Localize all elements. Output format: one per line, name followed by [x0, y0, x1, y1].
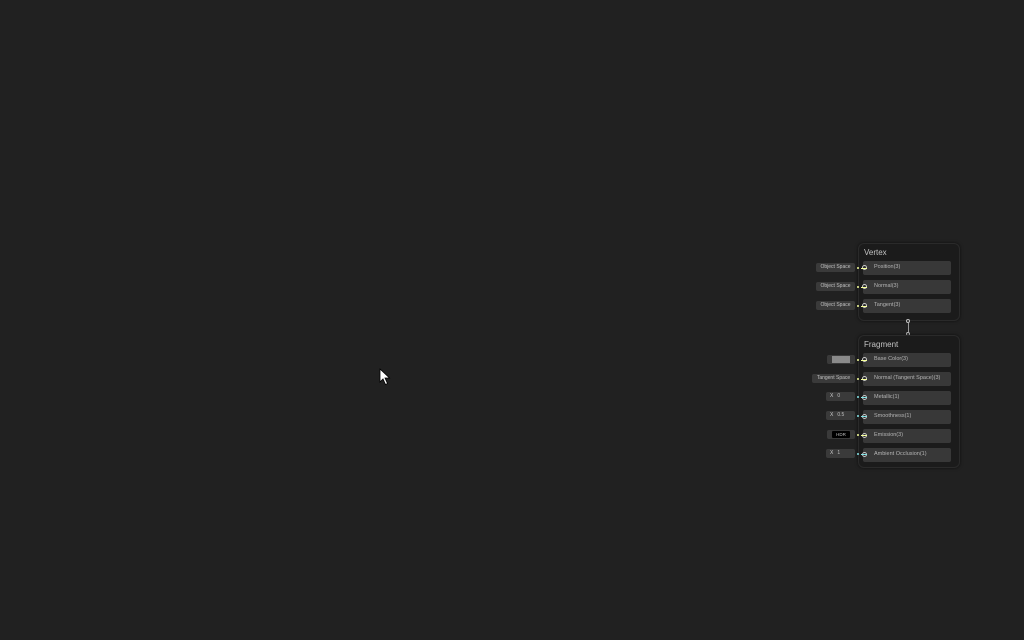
wire-dot	[857, 378, 859, 380]
smoothness-field[interactable]: X 0.5	[826, 411, 855, 420]
wire	[861, 306, 867, 307]
fragment-block-smoothness[interactable]: Smoothness(1)	[862, 410, 951, 424]
metallic-field[interactable]: X0	[826, 392, 855, 401]
fragment-node[interactable]: Fragment Base Color(3) Normal (Tangent S…	[858, 335, 960, 468]
ambient-occlusion-field[interactable]: X1	[826, 449, 855, 458]
wire	[861, 268, 867, 269]
axis-label: X	[830, 412, 834, 418]
wire-dot	[857, 267, 859, 269]
fragment-block-base-color[interactable]: Base Color(3)	[862, 353, 951, 367]
block-label: Normal(3)	[874, 283, 899, 289]
fragment-block-emission[interactable]: Emission(3)	[862, 429, 951, 443]
block-label: Ambient Occlusion(1)	[874, 451, 927, 457]
block-label: Smoothness(1)	[874, 413, 912, 419]
wire	[861, 379, 867, 380]
normal-space-field[interactable]: Tangent Space	[812, 374, 855, 383]
block-label: Tangent(3)	[874, 302, 901, 308]
wire-dot	[857, 415, 859, 417]
block-label: Base Color(3)	[874, 356, 908, 362]
wire	[861, 287, 867, 288]
vertex-block-normal[interactable]: Normal(3)	[862, 280, 951, 294]
base-color-field[interactable]	[827, 355, 855, 364]
axis-label: X	[830, 393, 834, 399]
position-space-field[interactable]: Object Space	[816, 263, 855, 272]
fragment-node-title: Fragment	[864, 340, 899, 349]
wire-dot	[857, 359, 859, 361]
flow-connector	[908, 323, 909, 332]
base-color-swatch[interactable]	[832, 356, 850, 363]
wire	[861, 360, 867, 361]
metallic-value[interactable]: 0	[837, 393, 840, 399]
tangent-space-field[interactable]: Object Space	[816, 301, 855, 310]
normal-space-field[interactable]: Object Space	[816, 282, 855, 291]
block-label: Position(3)	[874, 264, 901, 270]
wire-dot	[857, 434, 859, 436]
axis-label: X	[830, 450, 834, 456]
vertex-node[interactable]: Vertex Position(3) Normal(3) Tangent(3)	[858, 243, 960, 321]
emission-field[interactable]: HDR	[827, 430, 855, 439]
wire	[861, 416, 867, 417]
wire-dot	[857, 286, 859, 288]
smoothness-value[interactable]: 0.5	[837, 412, 844, 418]
fragment-block-ambient-occlusion[interactable]: Ambient Occlusion(1)	[862, 448, 951, 462]
wire	[861, 435, 867, 436]
mouse-pointer-icon	[379, 368, 391, 386]
wire-dot	[857, 453, 859, 455]
fragment-block-normal[interactable]: Normal (Tangent Space)(3)	[862, 372, 951, 386]
fragment-block-metallic[interactable]: Metallic(1)	[862, 391, 951, 405]
emission-hdr-swatch[interactable]: HDR	[832, 431, 850, 438]
block-label: Emission(3)	[874, 432, 904, 438]
vertex-node-title: Vertex	[864, 248, 887, 257]
wire	[861, 397, 867, 398]
block-label: Normal (Tangent Space)(3)	[874, 375, 941, 381]
ambient-occlusion-value[interactable]: 1	[837, 450, 840, 456]
wire-dot	[857, 305, 859, 307]
graph-canvas[interactable]: Vertex Position(3) Normal(3) Tangent(3) …	[0, 0, 1024, 640]
wire	[861, 454, 867, 455]
vertex-block-tangent[interactable]: Tangent(3)	[862, 299, 951, 313]
block-label: Metallic(1)	[874, 394, 900, 400]
vertex-block-position[interactable]: Position(3)	[862, 261, 951, 275]
wire-dot	[857, 396, 859, 398]
